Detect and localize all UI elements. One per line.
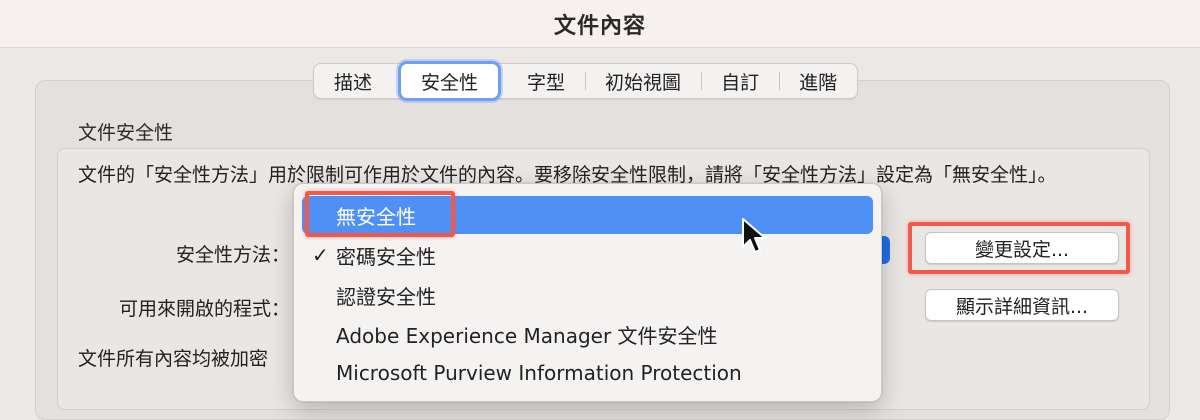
- arrow-cursor-icon: [742, 218, 766, 253]
- show-details-button[interactable]: 顯示詳細資訊...: [925, 289, 1119, 321]
- tab-fonts[interactable]: 字型: [507, 64, 585, 98]
- title-bar: 文件內容: [0, 0, 1200, 48]
- document-properties-window: 文件內容 描述 安全性 字型 初始視圖 自訂 進階 文件安全性 文件的「安全性方…: [0, 0, 1200, 420]
- tab-initial-view[interactable]: 初始視圖: [585, 64, 701, 98]
- menu-item-label: 密碼安全性: [336, 244, 436, 269]
- tab-advanced[interactable]: 進階: [779, 64, 857, 98]
- annotation-highlight-change-settings: [908, 222, 1130, 274]
- menu-item-aem-document-security[interactable]: Adobe Experience Manager 文件安全性: [302, 315, 873, 353]
- tab-bar: 描述 安全性 字型 初始視圖 自訂 進階: [313, 61, 859, 101]
- window-title: 文件內容: [553, 13, 646, 39]
- security-method-label: 安全性方法：: [175, 244, 290, 266]
- menu-item-label: 認證安全性: [336, 284, 436, 309]
- menu-item-password-security[interactable]: ✓ 密碼安全性: [302, 236, 873, 274]
- menu-item-label: Adobe Experience Manager 文件安全性: [336, 323, 718, 348]
- checkmark-icon: ✓: [312, 243, 329, 267]
- section-title: 文件安全性: [78, 122, 174, 144]
- annotation-highlight-no-security: [305, 191, 455, 237]
- tab-description[interactable]: 描述: [314, 64, 392, 98]
- open-with-label: 可用來開啟的程式：: [118, 298, 290, 320]
- menu-item-certificate-security[interactable]: 認證安全性: [302, 276, 873, 314]
- tab-custom[interactable]: 自訂: [701, 64, 779, 98]
- tab-security[interactable]: 安全性: [398, 61, 502, 101]
- menu-item-label: Microsoft Purview Information Protection: [336, 361, 742, 385]
- encryption-status-text: 文件所有內容均被加密: [78, 348, 269, 370]
- menu-item-microsoft-purview[interactable]: Microsoft Purview Information Protection: [302, 354, 873, 392]
